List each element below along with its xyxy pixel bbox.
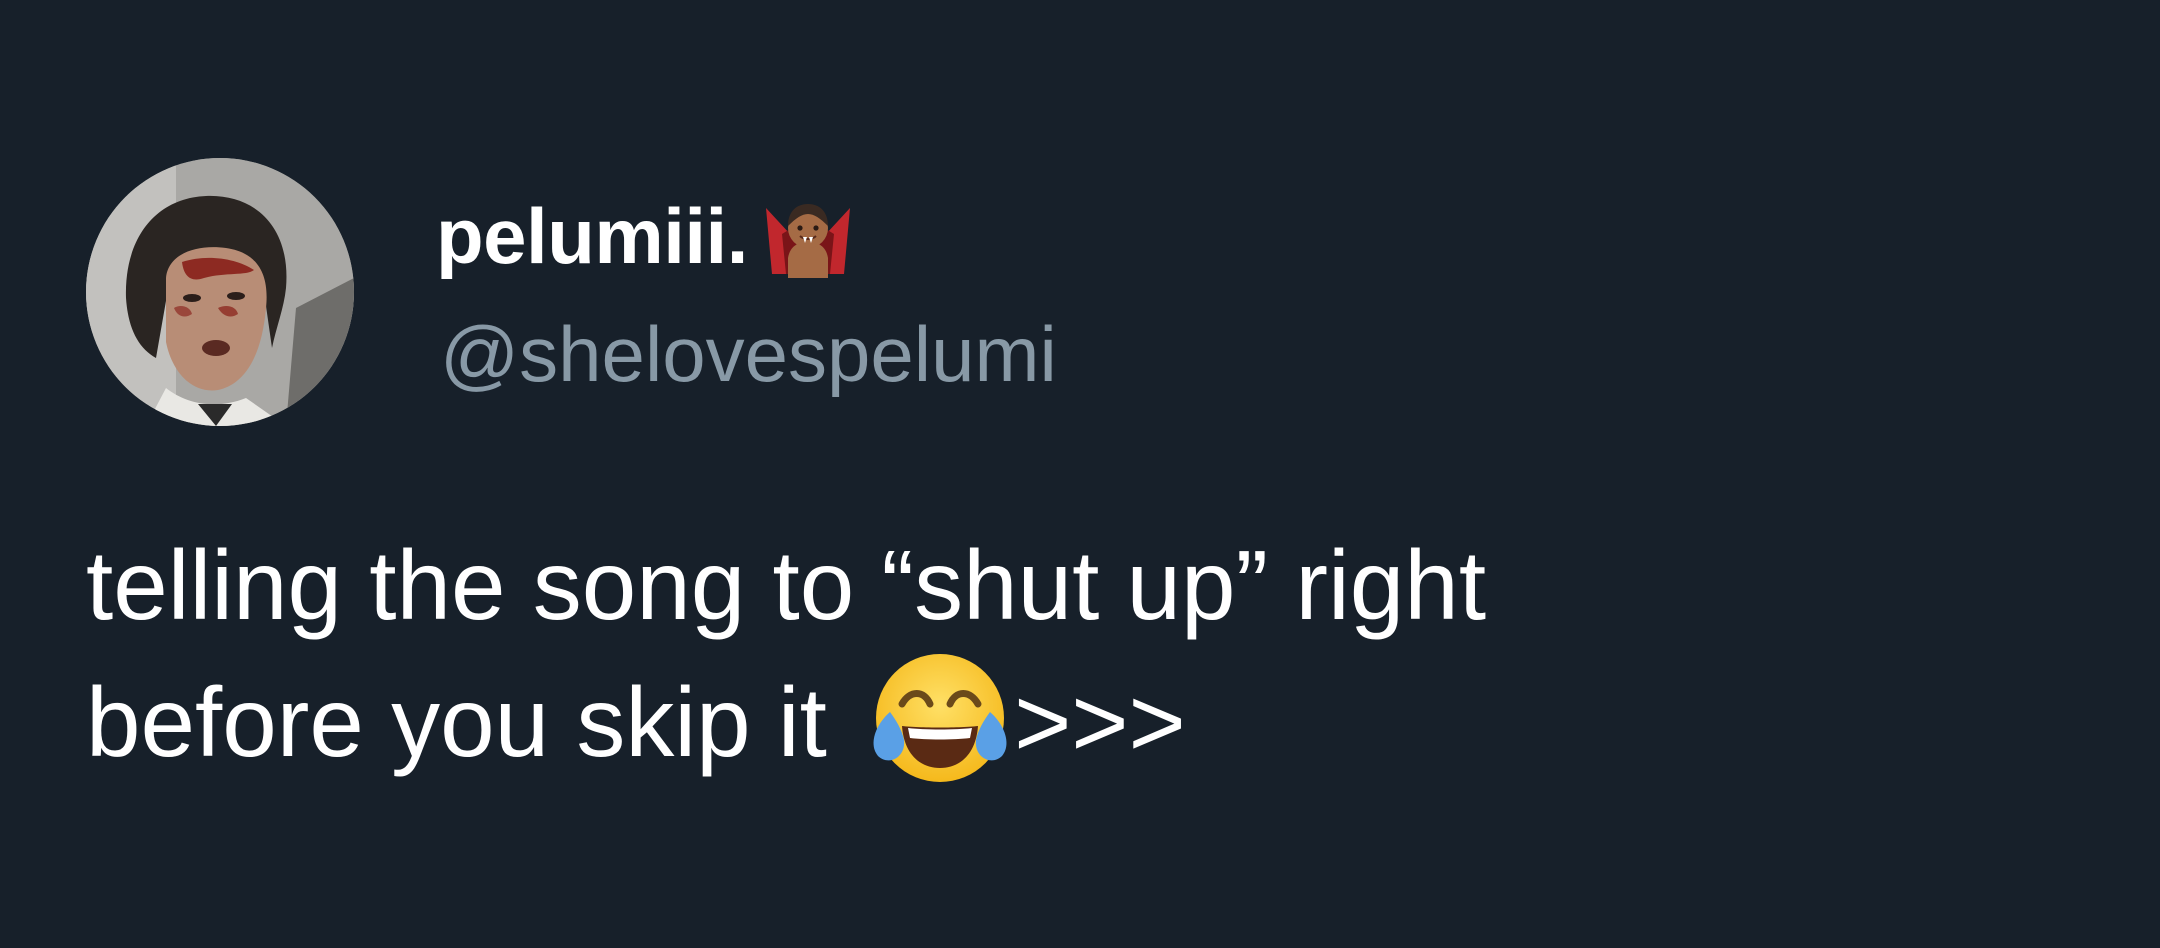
- tweet-text-line-1: telling the song to “shut up” right: [86, 530, 1487, 640]
- tweet-text-line-2: before you skip it >>>: [86, 646, 1986, 790]
- avatar[interactable]: [86, 158, 354, 426]
- avatar-photo: [86, 158, 354, 426]
- tweet-card: pelumiii. @shelovespelumi telling the so…: [0, 0, 2160, 948]
- author-handle[interactable]: @shelovespelumi: [440, 304, 1057, 404]
- tweet-text-before-emoji: before you skip it: [86, 667, 855, 777]
- display-name[interactable]: pelumiii.: [436, 186, 748, 286]
- vampire-icon: [760, 188, 856, 284]
- face-with-tears-of-joy-icon: [868, 646, 1012, 790]
- author-name-row[interactable]: pelumiii.: [436, 186, 856, 286]
- tweet-text: telling the song to “shut up” right befo…: [86, 524, 1986, 790]
- tweet-text-after-emoji: >>>: [1014, 667, 1186, 777]
